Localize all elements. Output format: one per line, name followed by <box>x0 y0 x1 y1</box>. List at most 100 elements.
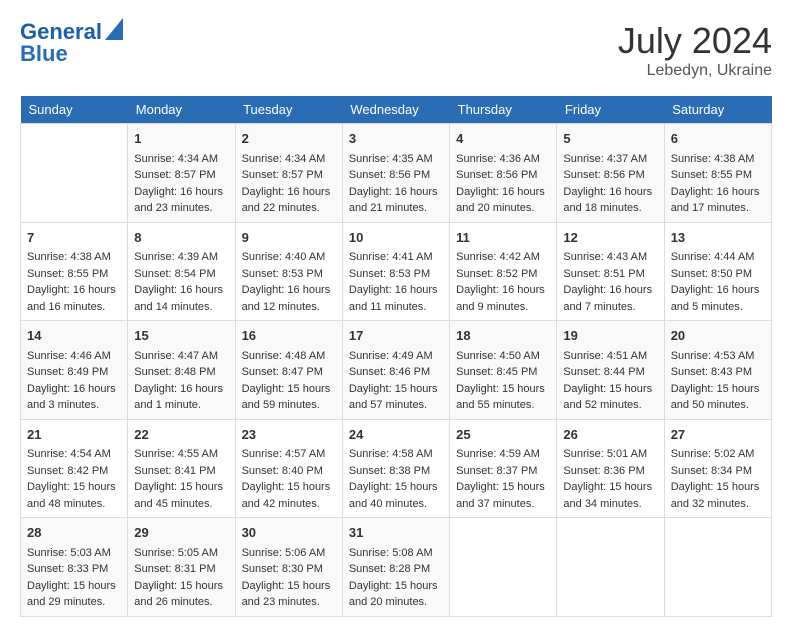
sunset-text: Sunset: 8:46 PM <box>349 366 430 378</box>
sunset-text: Sunset: 8:52 PM <box>456 268 537 280</box>
sunset-text: Sunset: 8:42 PM <box>27 465 108 477</box>
sunrise-text: Sunrise: 4:53 AM <box>671 350 755 362</box>
logo: General Blue <box>20 20 123 66</box>
daylight-text: Daylight: 15 hours and 37 minutes. <box>456 481 545 510</box>
day-number: 13 <box>671 228 765 248</box>
calendar-cell: 8Sunrise: 4:39 AMSunset: 8:54 PMDaylight… <box>128 222 235 321</box>
header-sunday: Sunday <box>21 96 128 124</box>
day-number: 27 <box>671 425 765 445</box>
daylight-text: Daylight: 15 hours and 40 minutes. <box>349 481 438 510</box>
daylight-text: Daylight: 16 hours and 5 minutes. <box>671 284 760 313</box>
daylight-text: Daylight: 16 hours and 20 minutes. <box>456 186 545 215</box>
sunset-text: Sunset: 8:51 PM <box>563 268 644 280</box>
daylight-text: Daylight: 15 hours and 26 minutes. <box>134 580 223 609</box>
sunrise-text: Sunrise: 4:57 AM <box>242 448 326 460</box>
sunrise-text: Sunrise: 5:06 AM <box>242 547 326 559</box>
sunset-text: Sunset: 8:41 PM <box>134 465 215 477</box>
header-saturday: Saturday <box>664 96 771 124</box>
day-number: 24 <box>349 425 443 445</box>
daylight-text: Daylight: 16 hours and 3 minutes. <box>27 383 116 412</box>
calendar-cell: 5Sunrise: 4:37 AMSunset: 8:56 PMDaylight… <box>557 124 664 223</box>
sunrise-text: Sunrise: 4:38 AM <box>27 251 111 263</box>
title-area: July 2024 Lebedyn, Ukraine <box>618 20 772 80</box>
daylight-text: Daylight: 15 hours and 23 minutes. <box>242 580 331 609</box>
calendar-cell: 20 Sunrise: 4:53 AM Sunset: 8:43 PM Dayligh… <box>664 321 771 420</box>
calendar-cell: 25Sunrise: 4:59 AMSunset: 8:37 PMDayligh… <box>450 419 557 518</box>
sunrise-text: Sunrise: 4:42 AM <box>456 251 540 263</box>
calendar-cell: 23Sunrise: 4:57 AMSunset: 8:40 PMDayligh… <box>235 419 342 518</box>
day-number: 25 <box>456 425 550 445</box>
sunset-text: Sunset: 8:34 PM <box>671 465 752 477</box>
day-number: 16 <box>242 326 336 346</box>
sunrise-text: Sunrise: 4:46 AM <box>27 350 111 362</box>
daylight-text: Daylight: 15 hours and 34 minutes. <box>563 481 652 510</box>
sunset-text: Sunset: 8:48 PM <box>134 366 215 378</box>
calendar-cell <box>557 518 664 617</box>
sunset-text: Sunset: 8:56 PM <box>349 169 430 181</box>
daylight-text: Daylight: 15 hours and 50 minutes. <box>671 383 760 412</box>
day-number: 18 <box>456 326 550 346</box>
sunrise-text: Sunrise: 4:47 AM <box>134 350 218 362</box>
calendar-cell: 21Sunrise: 4:54 AMSunset: 8:42 PMDayligh… <box>21 419 128 518</box>
header-wednesday: Wednesday <box>342 96 449 124</box>
calendar-cell: 28Sunrise: 5:03 AMSunset: 8:33 PMDayligh… <box>21 518 128 617</box>
sunset-text: Sunset: 8:37 PM <box>456 465 537 477</box>
day-number: 4 <box>456 129 550 149</box>
daylight-text: Daylight: 15 hours and 52 minutes. <box>563 383 652 412</box>
calendar-cell: 19Sunrise: 4:51 AMSunset: 8:44 PMDayligh… <box>557 321 664 420</box>
sunset-text: Sunset: 8:56 PM <box>456 169 537 181</box>
sunset-text: Sunset: 8:44 PM <box>563 366 644 378</box>
month-year-title: July 2024 <box>618 20 772 62</box>
calendar-cell: 15 Sunrise: 4:47 AM Sunset: 8:48 PM Dayligh… <box>128 321 235 420</box>
daylight-text: Daylight: 16 hours and 14 minutes. <box>134 284 223 313</box>
day-number: 19 <box>563 326 657 346</box>
week-row-5: 28Sunrise: 5:03 AMSunset: 8:33 PMDayligh… <box>21 518 772 617</box>
sunset-text: Sunset: 8:55 PM <box>27 268 108 280</box>
day-number: 8 <box>134 228 228 248</box>
daylight-text: Daylight: 16 hours and 17 minutes. <box>671 186 760 215</box>
daylight-text: Daylight: 15 hours and 29 minutes. <box>27 580 116 609</box>
daylight-text: Daylight: 16 hours and 22 minutes. <box>242 186 331 215</box>
day-number: 22 <box>134 425 228 445</box>
sunset-text: Sunset: 8:43 PM <box>671 366 752 378</box>
sunrise-text: Sunrise: 4:43 AM <box>563 251 647 263</box>
sunset-text: Sunset: 8:40 PM <box>242 465 323 477</box>
calendar-cell: 31Sunrise: 5:08 AMSunset: 8:28 PMDayligh… <box>342 518 449 617</box>
daylight-text: Daylight: 15 hours and 48 minutes. <box>27 481 116 510</box>
header-thursday: Thursday <box>450 96 557 124</box>
sunrise-text: Sunrise: 4:40 AM <box>242 251 326 263</box>
sunrise-text: Sunrise: 4:36 AM <box>456 153 540 165</box>
daylight-text: Daylight: 15 hours and 32 minutes. <box>671 481 760 510</box>
daylight-text: Daylight: 15 hours and 45 minutes. <box>134 481 223 510</box>
calendar-cell: 11Sunrise: 4:42 AMSunset: 8:52 PMDayligh… <box>450 222 557 321</box>
sunrise-text: Sunrise: 5:05 AM <box>134 547 218 559</box>
daylight-text: Daylight: 15 hours and 42 minutes. <box>242 481 331 510</box>
sunset-text: Sunset: 8:57 PM <box>242 169 323 181</box>
calendar-cell: 12Sunrise: 4:43 AMSunset: 8:51 PMDayligh… <box>557 222 664 321</box>
logo-triangle-icon <box>105 18 123 40</box>
sunset-text: Sunset: 8:33 PM <box>27 563 108 575</box>
daylight-text: Daylight: 15 hours and 57 minutes. <box>349 383 438 412</box>
week-row-4: 21Sunrise: 4:54 AMSunset: 8:42 PMDayligh… <box>21 419 772 518</box>
daylight-text: Daylight: 15 hours and 59 minutes. <box>242 383 331 412</box>
calendar-cell: 10Sunrise: 4:41 AMSunset: 8:53 PMDayligh… <box>342 222 449 321</box>
daylight-text: Daylight: 16 hours and 11 minutes. <box>349 284 438 313</box>
sunset-text: Sunset: 8:36 PM <box>563 465 644 477</box>
calendar-cell: 26Sunrise: 5:01 AMSunset: 8:36 PMDayligh… <box>557 419 664 518</box>
day-number: 31 <box>349 523 443 543</box>
calendar-cell: 22Sunrise: 4:55 AMSunset: 8:41 PMDayligh… <box>128 419 235 518</box>
day-number: 15 <box>134 326 228 346</box>
daylight-text: Daylight: 16 hours and 21 minutes. <box>349 186 438 215</box>
page-header: General Blue July 2024 Lebedyn, Ukraine <box>20 20 772 80</box>
header-monday: Monday <box>128 96 235 124</box>
day-number: 1 <box>134 129 228 149</box>
day-number: 6 <box>671 129 765 149</box>
week-row-3: 14Sunrise: 4:46 AMSunset: 8:49 PMDayligh… <box>21 321 772 420</box>
daylight-text: Daylight: 16 hours and 23 minutes. <box>134 186 223 215</box>
calendar-cell <box>21 124 128 223</box>
day-number: 2 <box>242 129 336 149</box>
day-number: 20 <box>671 326 765 346</box>
calendar-cell: 14Sunrise: 4:46 AMSunset: 8:49 PMDayligh… <box>21 321 128 420</box>
daylight-text: Daylight: 16 hours and 1 minute. <box>134 383 223 412</box>
day-number: 5 <box>563 129 657 149</box>
